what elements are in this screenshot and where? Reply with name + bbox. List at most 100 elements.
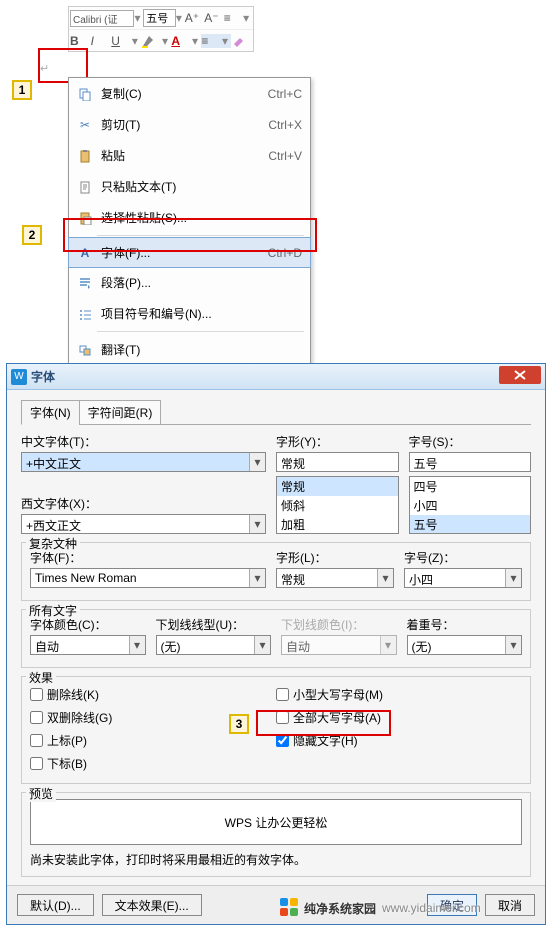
chk-super[interactable]: 上标(P) (30, 732, 210, 749)
chk-dbl-strike[interactable]: 双删除线(G) (30, 709, 210, 726)
dropdown-icon[interactable]: ▾ (192, 34, 201, 48)
ul-style-combo[interactable]: (无)▾ (156, 635, 272, 655)
font-color-button[interactable]: A (171, 34, 192, 48)
chevron-down-icon: ▾ (380, 636, 396, 654)
complex-legend: 复杂文种 (26, 535, 80, 552)
menu-translate[interactable]: 翻译(T) (69, 334, 310, 365)
close-button[interactable] (499, 366, 541, 384)
dropdown-icon[interactable]: ▾ (132, 34, 141, 48)
list-item[interactable]: 加粗 (277, 515, 398, 534)
paste-text-icon (75, 180, 95, 194)
chevron-down-icon: ▾ (254, 636, 270, 654)
size-listbox[interactable]: 四号 小四 五号 (409, 476, 532, 534)
italic-button[interactable]: I (91, 34, 112, 48)
emphasis-combo[interactable]: (无)▾ (407, 635, 523, 655)
tab-spacing[interactable]: 字符间距(R) (79, 400, 162, 425)
menu-cut[interactable]: ✂ 剪切(T) Ctrl+X (69, 109, 310, 140)
chk-strike[interactable]: 删除线(K) (30, 686, 210, 703)
align-button[interactable]: ≡ (201, 34, 222, 48)
step-1-badge: 1 (12, 80, 32, 100)
menu-label: 翻译(T) (95, 341, 302, 358)
list-item[interactable]: 倾斜 (277, 496, 398, 515)
menu-label: 只粘贴文本(T) (95, 178, 302, 195)
menu-paste-text[interactable]: 只粘贴文本(T) (69, 171, 310, 202)
highlight-button[interactable] (141, 34, 162, 48)
cn-font-label: 中文字体(T)： (21, 433, 266, 450)
all-text-legend: 所有文字 (26, 602, 80, 619)
cx-size-label: 字号(Z)： (404, 549, 522, 566)
menu-shortcut: Ctrl+V (268, 149, 302, 163)
size-label: 字号(S)： (409, 433, 532, 450)
dropdown-icon[interactable]: ▾ (176, 11, 185, 25)
menu-label: 剪切(T) (95, 116, 268, 133)
chevron-down-icon: ▾ (249, 515, 265, 533)
watermark-url: www.yidaimei.com (382, 901, 481, 915)
eraser-button[interactable] (231, 34, 252, 48)
menu-paragraph[interactable]: 段落(P)... (69, 267, 310, 298)
list-item[interactable]: 五号 (410, 515, 531, 534)
dropdown-icon[interactable]: ▾ (162, 34, 171, 48)
dropdown-icon[interactable]: ▾ (222, 34, 231, 48)
list-item[interactable]: 四号 (410, 477, 531, 496)
cx-style-combo[interactable]: 常规▾ (276, 568, 394, 588)
style-input[interactable]: 常规 (276, 452, 399, 472)
step-3-badge: 3 (229, 714, 249, 734)
complex-group: 复杂文种 字体(F)： Times New Roman▾ 字形(L)： 常规▾ … (21, 542, 531, 601)
color-combo[interactable]: 自动▾ (30, 635, 146, 655)
paragraph-icon (75, 276, 95, 290)
bold-button[interactable]: B (70, 34, 91, 48)
chevron-down-icon: ▾ (249, 569, 265, 587)
tab-font[interactable]: 字体(N) (21, 400, 80, 425)
chk-sub[interactable]: 下标(B) (30, 755, 210, 772)
font-size-selector[interactable]: 五号 (143, 9, 176, 27)
clipboard-icon (75, 149, 95, 163)
step-2-badge: 2 (22, 225, 42, 245)
cancel-button[interactable]: 取消 (485, 894, 535, 916)
menu-paste[interactable]: 粘贴 Ctrl+V (69, 140, 310, 171)
watermark: 纯净系统家园 www.yidaimei.com (280, 898, 481, 918)
copy-icon (75, 87, 95, 101)
list-item[interactable]: 小四 (410, 496, 531, 515)
style-listbox[interactable]: 常规 倾斜 加粗 (276, 476, 399, 534)
default-button[interactable]: 默认(D)... (17, 894, 94, 916)
en-font-combo[interactable]: +西文正文▾ (21, 514, 266, 534)
ul-color-label: 下划线颜色(I)： (281, 616, 397, 633)
watermark-brand: 纯净系统家园 (304, 900, 376, 917)
cx-font-combo[interactable]: Times New Roman▾ (30, 568, 266, 588)
menu-label: 段落(P)... (95, 274, 302, 291)
menu-separator (97, 331, 304, 332)
cx-style-label: 字形(L)： (276, 549, 394, 566)
app-icon: W (11, 369, 27, 385)
preview-legend: 预览 (26, 785, 56, 802)
cn-font-combo[interactable]: +中文正文▾ (21, 452, 266, 472)
dropdown-icon[interactable]: ▾ (134, 11, 143, 25)
grow-font-button[interactable]: A⁺ (185, 11, 204, 25)
menu-shortcut: Ctrl+X (268, 118, 302, 132)
font-note: 尚未安装此字体，打印时将采用最相近的有效字体。 (30, 851, 522, 868)
dropdown-icon[interactable]: ▾ (243, 11, 252, 25)
list-item[interactable]: 常规 (277, 477, 398, 496)
line-spacing-button[interactable]: ≡ (224, 11, 243, 25)
dialog-titlebar: W 字体 (7, 364, 545, 390)
shrink-font-button[interactable]: A⁻ (204, 11, 223, 25)
dialog-title: 字体 (31, 368, 499, 385)
chk-smallcaps[interactable]: 小型大写字母(M) (276, 686, 456, 703)
text-effect-button[interactable]: 文本效果(E)... (102, 894, 202, 916)
size-input[interactable]: 五号 (409, 452, 532, 472)
cx-size-combo[interactable]: 小四▾ (404, 568, 522, 588)
menu-label: 粘贴 (95, 147, 268, 164)
en-font-label: 西文字体(X)： (21, 495, 266, 512)
chevron-down-icon: ▾ (129, 636, 145, 654)
effects-legend: 效果 (26, 669, 56, 686)
chevron-down-icon: ▾ (505, 569, 521, 587)
list-icon (75, 307, 95, 321)
menu-label: 项目符号和编号(N)... (95, 305, 302, 322)
chevron-down-icon: ▾ (505, 636, 521, 654)
font-name-selector[interactable]: Calibri (证 (70, 10, 134, 27)
preview-group: 预览 WPS 让办公更轻松 尚未安装此字体，打印时将采用最相近的有效字体。 (21, 792, 531, 877)
pilcrow-mark: ↵ (40, 62, 49, 75)
underline-button[interactable]: U (111, 34, 132, 48)
menu-copy[interactable]: 复制(C) Ctrl+C (69, 78, 310, 109)
ul-style-label: 下划线线型(U)： (156, 616, 272, 633)
menu-bullets[interactable]: 项目符号和编号(N)... (69, 298, 310, 329)
